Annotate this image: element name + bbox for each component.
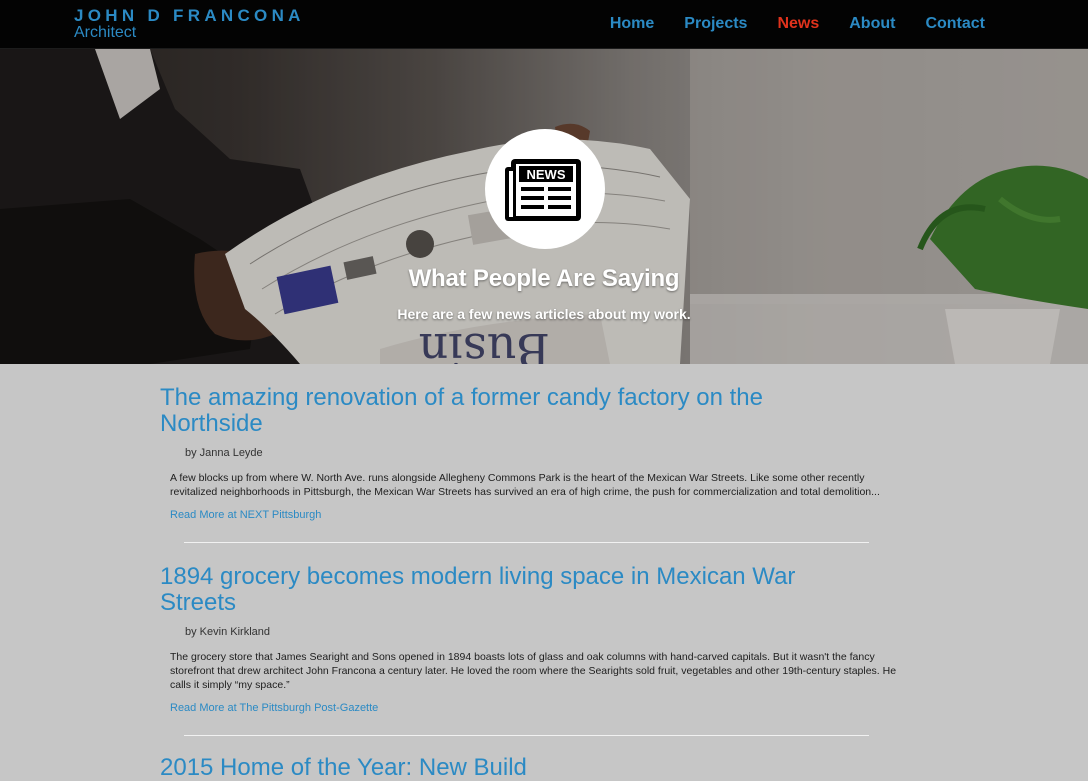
article-read-more-link[interactable]: Read More at NEXT Pittsburgh <box>170 509 321 521</box>
logo-name: JOHN D FRANCONA <box>74 6 305 25</box>
article-title[interactable]: 2015 Home of the Year: New Build <box>160 755 850 781</box>
news-badge: NEWS <box>485 129 605 249</box>
article-title[interactable]: The amazing renovation of a former candy… <box>160 385 850 437</box>
article-title[interactable]: 1894 grocery becomes modern living space… <box>160 564 850 616</box>
article-divider <box>184 542 869 543</box>
site-logo[interactable]: JOHN D FRANCONA Architect <box>74 6 305 41</box>
article-divider <box>184 735 869 736</box>
nav-contact[interactable]: Contact <box>925 14 985 34</box>
newspaper-icon: NEWS <box>505 159 581 221</box>
hero-banner: Busin NEWS What People Are Saying Here a… <box>0 49 1088 364</box>
nav-home[interactable]: Home <box>610 14 654 34</box>
nav-projects[interactable]: Projects <box>684 14 747 34</box>
article-byline: by Janna Leyde <box>185 447 263 459</box>
article-excerpt: The grocery store that James Searight an… <box>170 651 897 691</box>
hero-title: What People Are Saying <box>408 265 680 292</box>
top-navbar: JOHN D FRANCONA Architect Home Projects … <box>0 0 1088 49</box>
main-nav: Home Projects News About Contact <box>580 14 985 34</box>
nav-about[interactable]: About <box>849 14 895 34</box>
article-read-more-link[interactable]: Read More at The Pittsburgh Post-Gazette <box>170 702 378 714</box>
news-icon-text: NEWS <box>527 167 566 182</box>
article-excerpt: A few blocks up from where W. North Ave.… <box>170 472 880 498</box>
article-byline: by Kevin Kirkland <box>185 626 270 638</box>
nav-news[interactable]: News <box>777 14 819 34</box>
logo-subtitle: Architect <box>74 24 137 41</box>
hero-subtitle: Here are a few news articles about my wo… <box>397 306 691 322</box>
